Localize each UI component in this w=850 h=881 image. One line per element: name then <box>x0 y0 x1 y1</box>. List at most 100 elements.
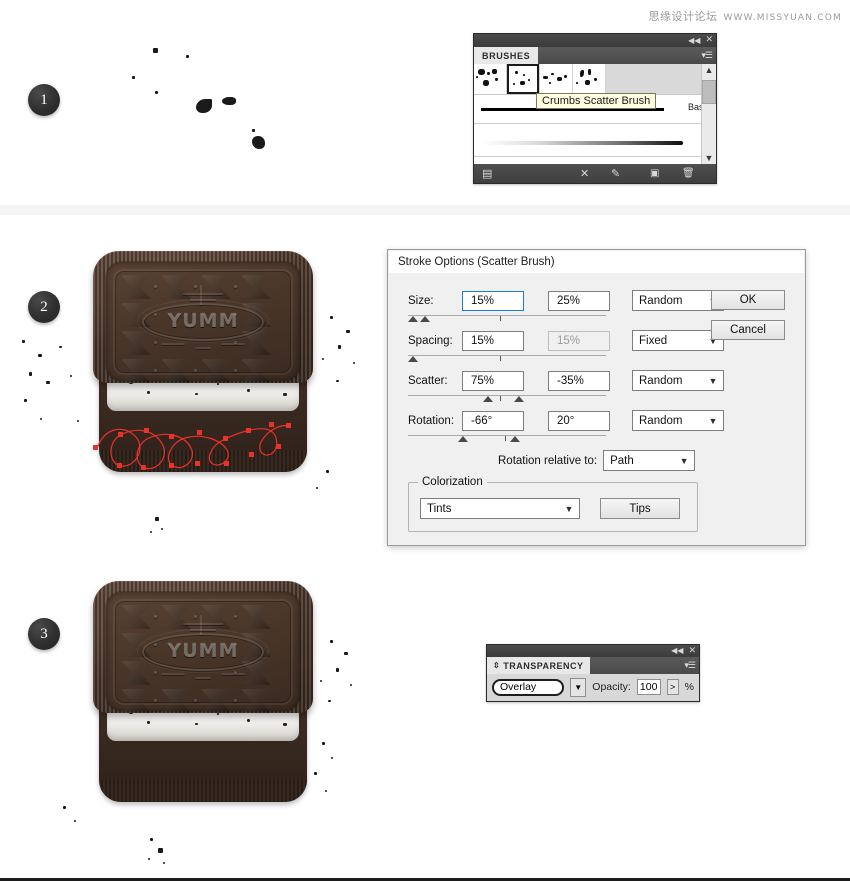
transparency-tab-filler: ▾☰ <box>590 657 699 674</box>
colorization-method-select[interactable]: Tints ▼ <box>420 498 580 519</box>
spacing-row: Spacing: 15% 15% Fixed ▼ <box>408 330 724 351</box>
scatter-max-input[interactable]: -35% <box>548 370 610 391</box>
rotation-mode-value: Random <box>639 414 683 427</box>
brushes-panel-tab-filler: ▾☰ <box>538 47 716 64</box>
rotation-label: Rotation: <box>408 414 455 427</box>
chevron-down-icon[interactable]: ▼ <box>570 677 587 697</box>
step-badge-2: 2 <box>28 291 60 323</box>
rotation-relative-label: Rotation relative to: <box>498 454 598 467</box>
size-slider-track[interactable] <box>408 315 606 316</box>
scatter-slider-thumb-max[interactable] <box>514 396 524 402</box>
panel-menu-icon[interactable]: ▾☰ <box>701 50 713 61</box>
brush-thumbnail-row <box>474 64 716 95</box>
rotation-relative-select[interactable]: Path ▼ <box>603 450 696 471</box>
remove-brush-stroke-icon[interactable]: ✕ <box>580 167 589 180</box>
size-slider-tick <box>500 316 501 321</box>
transparency-panel-titlebar[interactable]: ◀◀ ✕ <box>487 645 699 657</box>
crumb <box>186 55 189 58</box>
transparency-panel[interactable]: ◀◀ ✕ ⇳ TRANSPARENCY ▾☰ Overlay ▼ Opacity… <box>486 644 700 702</box>
cancel-button[interactable]: Cancel <box>711 320 785 340</box>
collapse-icon[interactable]: ◀◀ <box>688 36 700 45</box>
size-slider-thumb-min[interactable] <box>408 316 418 322</box>
colorization-legend: Colorization <box>418 476 487 488</box>
rotation-slider-thumb-max[interactable] <box>510 436 520 442</box>
brush-libraries-icon[interactable]: ▤ <box>482 167 492 180</box>
stroke-options-dialog[interactable]: Stroke Options (Scatter Brush) Size: 15%… <box>387 249 806 546</box>
tab-brushes[interactable]: BRUSHES <box>474 47 539 64</box>
rotation-slider-track[interactable] <box>408 435 606 436</box>
scatter-slider-tick <box>500 396 501 401</box>
scatter-mode-value: Random <box>639 374 683 387</box>
cookie-top-wafer: YUMM <box>93 581 313 713</box>
cookie-emboss-text: YUMM <box>142 633 264 671</box>
new-brush-icon[interactable]: ▣ <box>650 168 659 179</box>
cookie-emboss-text: YUMM <box>142 303 264 341</box>
brush-row-filler <box>606 64 716 94</box>
options-of-selected-object-icon[interactable]: ✎ <box>611 167 620 180</box>
blend-mode-select[interactable]: Overlay <box>492 678 565 696</box>
opacity-input[interactable]: 100 <box>636 679 661 695</box>
watermark: 思缘设计论坛 WWW.MISSYUAN.COM <box>648 8 842 24</box>
transparency-panel-tabbar[interactable]: ⇳ TRANSPARENCY ▾☰ <box>487 657 699 674</box>
scatter-slider-track[interactable] <box>408 395 606 396</box>
scrollbar-thumb[interactable] <box>702 80 716 104</box>
size-slider-thumb-max[interactable] <box>420 316 430 322</box>
step-badge-1: 1 <box>28 84 60 116</box>
tips-button[interactable]: Tips <box>600 498 680 519</box>
scroll-down-arrow-icon[interactable]: ▼ <box>705 152 714 164</box>
scatter-label: Scatter: <box>408 374 448 387</box>
cookie-illustration-step2: YUMM <box>93 251 313 479</box>
step-badge-3: 3 <box>28 618 60 650</box>
brush-thumb-4[interactable] <box>573 64 606 94</box>
spacing-label: Spacing: <box>408 334 453 347</box>
scroll-up-arrow-icon[interactable]: ▲ <box>705 64 714 76</box>
chevron-down-icon[interactable]: ▼ <box>703 416 723 426</box>
rotation-max-input[interactable]: 20° <box>548 410 610 431</box>
cookie-scallop-ornament <box>161 339 245 355</box>
watermark-cn: 思缘设计论坛 <box>648 10 718 23</box>
panel-menu-icon[interactable]: ▾☰ <box>684 660 696 671</box>
spacing-slider-thumb[interactable] <box>408 356 418 362</box>
chevron-down-icon[interactable]: ▼ <box>703 376 723 386</box>
brush-tapered-stroke-row[interactable] <box>474 124 716 157</box>
close-icon[interactable]: ✕ <box>705 36 713 45</box>
opacity-stepper[interactable]: > <box>666 679 679 695</box>
spacing-mode-value: Fixed <box>639 334 668 347</box>
size-row: Size: 15% 25% Random ▼ <box>408 290 724 311</box>
close-icon[interactable]: ✕ <box>688 646 696 656</box>
rotation-slider-thumb-min[interactable] <box>458 436 468 442</box>
ok-button[interactable]: OK <box>711 290 785 310</box>
scatter-row: Scatter: 75% -35% Random ▼ <box>408 370 724 391</box>
rotation-mode-select[interactable]: Random ▼ <box>632 410 724 431</box>
scatter-min-input[interactable]: 75% <box>462 370 524 391</box>
spacing-slider-tick <box>500 356 501 361</box>
size-mode-value: Random <box>639 294 683 307</box>
brushes-panel-titlebar[interactable]: ◀◀ ✕ <box>474 34 716 47</box>
crumb <box>252 129 255 132</box>
tab-transparency[interactable]: ⇳ TRANSPARENCY <box>487 657 590 674</box>
spacing-slider-track[interactable] <box>408 355 606 356</box>
scatter-mode-select[interactable]: Random ▼ <box>632 370 724 391</box>
spacing-min-input[interactable]: 15% <box>462 330 524 351</box>
brushes-panel-tabbar[interactable]: BRUSHES ▾☰ <box>474 47 716 64</box>
brush-thumb-1[interactable] <box>474 64 507 94</box>
size-min-input[interactable]: 15% <box>462 290 524 311</box>
rotation-relative-value: Path <box>610 454 634 467</box>
delete-brush-icon[interactable]: 🗑 <box>682 168 695 179</box>
crumb <box>132 76 135 79</box>
tutorial-page: 思缘设计论坛 WWW.MISSYUAN.COM 1 ◀◀ ✕ BRUSHES ▾☰ <box>0 0 850 881</box>
opacity-label: Opacity: <box>592 681 631 693</box>
transparency-tab-label: TRANSPARENCY <box>503 660 584 671</box>
brush-thumb-2[interactable] <box>507 64 540 94</box>
rotation-min-input[interactable]: -66° <box>462 410 524 431</box>
cookie-scallop-ornament <box>161 669 245 685</box>
chevron-down-icon[interactable]: ▼ <box>559 504 579 514</box>
cookie: YUMM <box>93 581 313 809</box>
brushes-panel-scrollbar[interactable]: ▲ ▼ <box>701 64 716 164</box>
collapse-icon[interactable]: ◀◀ <box>671 647 683 655</box>
chevron-down-icon[interactable]: ▼ <box>674 456 694 466</box>
brush-thumb-3[interactable] <box>540 64 573 94</box>
scatter-slider-thumb-min[interactable] <box>483 396 493 402</box>
size-max-input[interactable]: 25% <box>548 290 610 311</box>
crumb <box>222 97 236 105</box>
